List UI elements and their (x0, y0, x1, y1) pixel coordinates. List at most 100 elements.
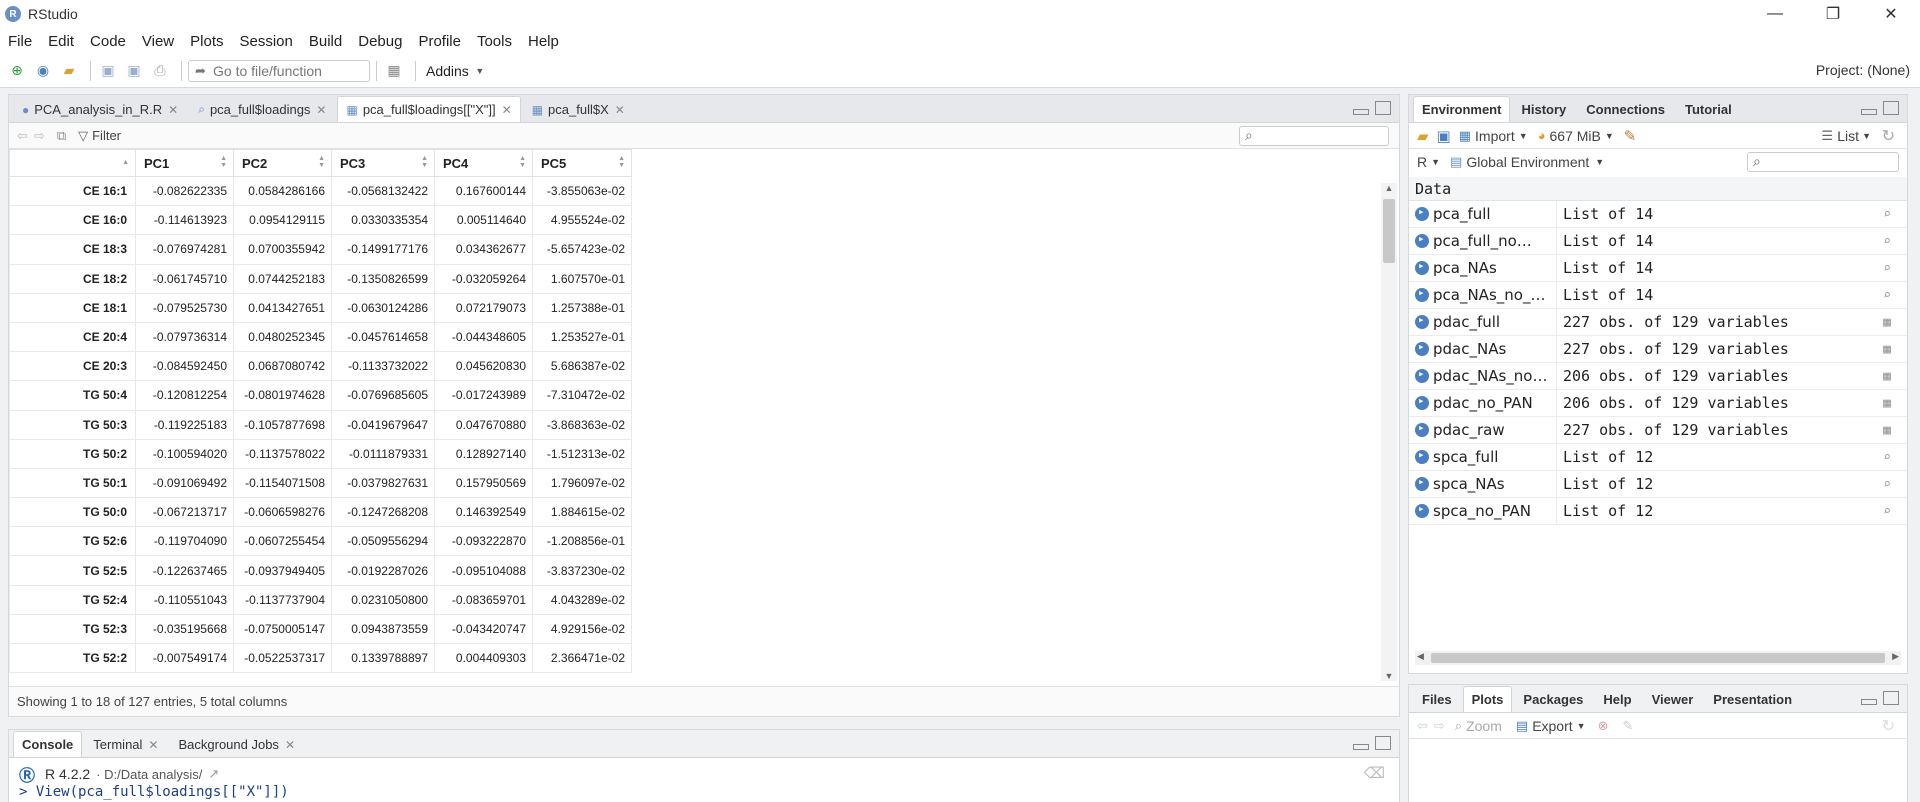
import-dataset-icon[interactable]: ▦ (1459, 128, 1471, 144)
import-dataset-button[interactable]: Import (1475, 128, 1515, 144)
close-tab-icon[interactable]: ✕ (316, 103, 326, 117)
minimize-pane-icon[interactable] (1353, 744, 1369, 750)
language-menu[interactable]: R (1417, 154, 1427, 170)
chevron-down-icon[interactable]: ▼ (1577, 721, 1586, 731)
list-item[interactable]: pdac_no_PAN206 obs. of 129 variables▦ (1409, 389, 1907, 417)
grid-scrollbar[interactable]: ▲ ▼ (1381, 183, 1397, 681)
menu-profile[interactable]: Profile (418, 33, 461, 50)
menu-edit[interactable]: Edit (48, 33, 74, 50)
menu-session[interactable]: Session (240, 33, 293, 50)
expand-icon[interactable] (1415, 421, 1429, 437)
tab-history[interactable]: History (1512, 96, 1575, 122)
view-mode-menu[interactable]: List (1837, 128, 1859, 144)
expand-icon[interactable] (1415, 313, 1429, 329)
table-icon[interactable]: ▦ (1867, 342, 1907, 357)
clear-console-icon[interactable]: ⌫ (1364, 764, 1385, 782)
filter-button[interactable]: Filter (92, 128, 121, 143)
column-header[interactable]: PC5 ▲ ▼ (532, 149, 632, 177)
scrollbar-thumb[interactable] (1383, 199, 1395, 263)
list-item[interactable]: pdac_raw227 obs. of 129 variables▦ (1409, 416, 1907, 444)
menu-tools[interactable]: Tools (477, 33, 512, 50)
chevron-down-icon[interactable]: ▼ (1862, 131, 1871, 141)
maximize-pane-icon[interactable] (1375, 101, 1391, 115)
close-tab-icon[interactable]: ✕ (168, 103, 178, 117)
search-icon[interactable]: ⌕ (1867, 450, 1907, 465)
minimize-pane-icon[interactable] (1861, 699, 1877, 705)
chevron-down-icon[interactable]: ▼ (1519, 131, 1528, 141)
console-output[interactable]: > View(pca_full$loadings[["X"]]) (19, 784, 289, 800)
load-workspace-icon[interactable]: ▰ (1417, 127, 1429, 145)
expand-icon[interactable] (1415, 340, 1429, 356)
export-icon[interactable]: ▤ (1516, 718, 1528, 734)
menu-debug[interactable]: Debug (358, 33, 402, 50)
tab-background-jobs[interactable]: Background Jobs ✕ (169, 731, 304, 757)
new-project-icon[interactable]: ◉ (32, 60, 54, 82)
maximize-pane-icon[interactable] (1883, 101, 1899, 115)
chevron-down-icon[interactable]: ▼ (469, 60, 491, 82)
expand-icon[interactable] (1415, 205, 1429, 221)
row-name-header[interactable]: ▲ (9, 149, 136, 177)
maximize-button[interactable]: ❐ (1804, 0, 1862, 28)
tab-presentation[interactable]: Presentation (1704, 686, 1801, 712)
table-icon[interactable]: ▦ (1867, 423, 1907, 438)
save-icon[interactable]: ▣ (97, 60, 119, 82)
tab-terminal[interactable]: Terminal ✕ (84, 731, 167, 757)
grid-layout-icon[interactable]: ▦ (383, 60, 405, 82)
list-view-icon[interactable]: ☰ (1821, 128, 1833, 144)
back-arrow-icon[interactable]: ⇦ (17, 128, 28, 144)
table-icon[interactable]: ▦ (1867, 369, 1907, 384)
memory-usage-icon[interactable]: ◕ (1538, 128, 1546, 143)
tab-files[interactable]: Files (1413, 686, 1461, 712)
chevron-down-icon[interactable]: ▼ (1431, 157, 1440, 167)
search-icon[interactable]: ⌕ (1867, 207, 1907, 222)
menu-file[interactable]: File (8, 33, 32, 50)
tab-viewer[interactable]: Viewer (1643, 686, 1703, 712)
table-icon[interactable]: ▦ (1867, 315, 1907, 330)
goto-file-input[interactable]: Go to file/function (188, 59, 370, 82)
maximize-pane-icon[interactable] (1883, 691, 1899, 705)
addins-menu[interactable]: Addins (426, 63, 469, 79)
refresh-icon[interactable]: ↻ (1882, 716, 1895, 736)
clear-plots-icon[interactable]: ✎ (1622, 718, 1633, 734)
table-icon[interactable]: ▦ (1867, 396, 1907, 411)
menu-code[interactable]: Code (90, 33, 126, 50)
tab-pca-analysis-script[interactable]: ● PCA_analysis_in_R.R ✕ (13, 96, 187, 122)
list-item[interactable]: pdac_full227 obs. of 129 variables▦ (1409, 308, 1907, 336)
close-tab-icon[interactable]: ✕ (615, 103, 625, 117)
search-icon[interactable]: ⌕ (1867, 261, 1907, 276)
scope-menu[interactable]: Global Environment (1466, 154, 1589, 170)
popout-icon[interactable]: ⧉ (57, 128, 66, 144)
environment-hscrollbar[interactable]: ◀ ▶ (1415, 651, 1901, 665)
close-tab-icon[interactable]: ✕ (285, 738, 295, 752)
column-header[interactable]: PC1 ▲ ▼ (135, 149, 234, 177)
tab-connections[interactable]: Connections (1577, 96, 1674, 122)
refresh-icon[interactable]: ↻ (1882, 126, 1895, 146)
search-icon[interactable]: ⌕ (1867, 504, 1907, 519)
close-tab-icon[interactable]: ✕ (148, 738, 158, 752)
tab-pca-loadings-x[interactable]: ▦ pca_full$loadings[["X"]] ✕ (337, 96, 521, 122)
tab-tutorial[interactable]: Tutorial (1676, 96, 1741, 122)
tab-environment[interactable]: Environment (1413, 96, 1511, 122)
chevron-down-icon[interactable]: ▼ (1605, 131, 1614, 141)
zoom-icon[interactable]: ⌕ (1455, 718, 1462, 734)
maximize-pane-icon[interactable] (1375, 736, 1391, 750)
list-item[interactable]: pdac_NAs227 obs. of 129 variables▦ (1409, 335, 1907, 363)
tab-packages[interactable]: Packages (1514, 686, 1592, 712)
menu-build[interactable]: Build (309, 33, 342, 50)
new-file-icon[interactable]: ⊕ (6, 60, 28, 82)
zoom-button[interactable]: Zoom (1466, 718, 1502, 734)
expand-icon[interactable] (1415, 502, 1429, 518)
expand-icon[interactable] (1415, 259, 1429, 275)
expand-icon[interactable] (1415, 367, 1429, 383)
scrollbar-thumb[interactable] (1431, 653, 1885, 663)
tab-console[interactable]: Console (13, 731, 83, 757)
minimize-pane-icon[interactable] (1353, 109, 1369, 115)
goto-directory-icon[interactable]: ↗ (208, 766, 219, 782)
close-tab-icon[interactable]: ✕ (502, 103, 512, 117)
expand-icon[interactable] (1415, 448, 1429, 464)
close-button[interactable]: ✕ (1862, 0, 1920, 28)
environment-search-input[interactable] (1747, 152, 1899, 172)
search-icon[interactable]: ⌕ (1867, 234, 1907, 249)
forward-arrow-icon[interactable]: ⇨ (34, 128, 45, 144)
save-workspace-icon[interactable]: ▣ (1437, 127, 1451, 145)
